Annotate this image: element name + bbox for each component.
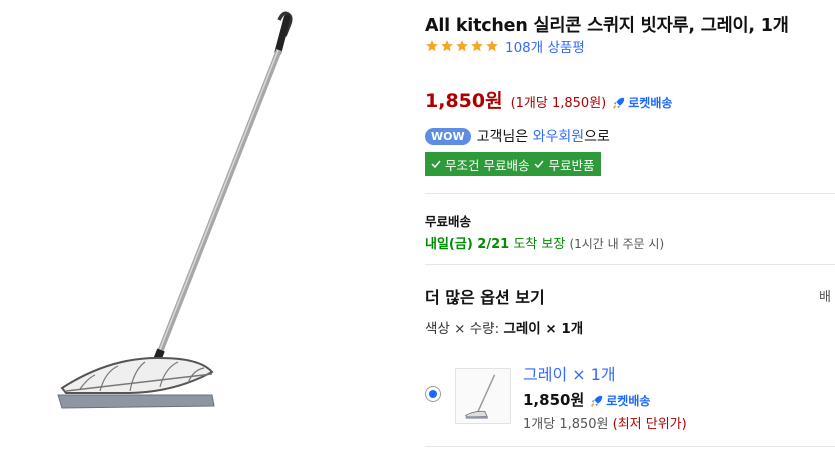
option-price: 1,850원 [523, 391, 585, 409]
free-shipping-badge: 무조건 무료배송 무료반품 [425, 152, 602, 176]
rocket-label: 로켓배송 [628, 96, 673, 110]
arrival-date: 내일(금) 2/21 [425, 237, 510, 252]
check-icon [534, 160, 545, 169]
option-radio-selected[interactable] [425, 386, 441, 402]
rocket-label: 로켓배송 [606, 394, 651, 408]
option-spec-value: 그레이 × 1개 [503, 321, 584, 337]
rocket-icon [591, 395, 603, 407]
star-rating [425, 39, 499, 53]
sale-price: 1,850원 [425, 90, 503, 112]
free-shipping-text: 무조건 무료배송 [445, 157, 530, 173]
option-unit-price: 1개당 1,850원 (최저 단위가) [523, 413, 687, 432]
rating-row[interactable]: 108개 상품평 [425, 36, 585, 56]
option-unit-value: 1개당 1,850원 [523, 417, 609, 432]
option-name[interactable]: 그레이 × 1개 [523, 361, 616, 385]
rocket-delivery-badge: 로켓배송 [590, 392, 650, 409]
star-icon [471, 40, 483, 52]
star-icon [426, 40, 438, 52]
product-title: All kitchen 실리콘 스퀴지 빗자루, 그레이, 1개 [425, 16, 789, 36]
option-thumbnail[interactable] [455, 368, 511, 424]
option-price-row: 1,850원 로켓배송 [523, 389, 650, 410]
wow-text-prefix: 고객님은 [476, 129, 529, 145]
wow-text-suffix: 으로 [584, 129, 610, 145]
star-icon [456, 40, 468, 52]
star-icon [486, 40, 498, 52]
option-spec: 색상 × 수량: 그레이 × 1개 [425, 321, 584, 337]
divider [425, 264, 835, 265]
shipping-info: 내일(금) 2/21 도착 보장 (1시간 내 주문 시) [425, 233, 664, 252]
review-count-link[interactable]: 108개 상품평 [505, 36, 585, 56]
more-options-title[interactable]: 더 많은 옵션 보기 [425, 284, 545, 308]
rocket-delivery-badge: 로켓배송 [612, 94, 672, 111]
color-label: 색상 [425, 321, 450, 337]
order-deadline-note: (1시간 내 주문 시) [569, 237, 665, 251]
wow-member-link[interactable]: 와우회원 [533, 126, 585, 146]
divider [425, 446, 835, 447]
arrival-guarantee: 도착 보장 [513, 237, 566, 252]
options-right-text[interactable]: 배 [819, 286, 831, 305]
price-row: 1,850원 (1개당 1,850원) 로켓배송 [425, 86, 672, 113]
free-return-text: 무료반품 [548, 157, 595, 173]
wow-badge: WOW [425, 127, 471, 145]
shipping-title: 무료배송 [425, 214, 472, 229]
product-detail-panel: All kitchen 실리콘 스퀴지 빗자루, 그레이, 1개 108개 상품… [425, 0, 835, 455]
lowest-unit-price-label: (최저 단위가) [612, 417, 687, 432]
unit-price: (1개당 1,850원) [510, 96, 607, 111]
product-image[interactable] [0, 0, 410, 455]
divider [425, 193, 835, 194]
wow-member-row: WOW 고객님은 와우회원 으로 [425, 126, 610, 146]
quantity-label: 수량: [469, 321, 500, 337]
rocket-icon [613, 97, 625, 109]
check-icon [431, 160, 441, 169]
star-icon [441, 40, 453, 52]
